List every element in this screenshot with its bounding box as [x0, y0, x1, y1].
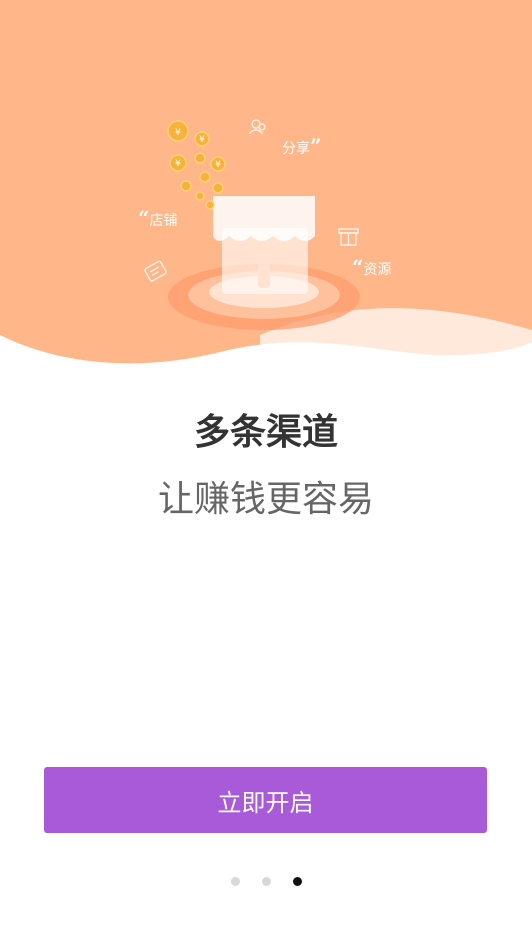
open-quote-icon: “	[352, 255, 364, 279]
svg-text:¥: ¥	[175, 128, 181, 138]
hero-background: ¥ ¥ ¥ ¥	[0, 0, 532, 380]
hero-illustration: ¥ ¥ ¥ ¥ “店铺 分享” “资源	[0, 0, 532, 380]
share-label-text: 分享	[282, 141, 310, 157]
close-quote-icon: ”	[310, 134, 322, 158]
resource-label-text: 资源	[363, 262, 392, 278]
start-now-button[interactable]: 立即开启	[44, 767, 487, 833]
page-dot[interactable]	[261, 877, 271, 886]
store-label-text: 店铺	[149, 213, 178, 229]
svg-text:¥: ¥	[215, 160, 221, 170]
page-dot[interactable]	[292, 877, 302, 886]
page-indicator	[0, 877, 532, 886]
share-label: 分享”	[282, 134, 322, 158]
svg-text:¥: ¥	[199, 135, 205, 145]
page-dot[interactable]	[230, 877, 240, 886]
store-label: “店铺	[138, 206, 178, 230]
svg-text:¥: ¥	[175, 159, 181, 169]
resource-label: “资源	[352, 255, 392, 279]
page-title: 多条渠道	[193, 412, 338, 453]
page-subtitle: 让赚钱更容易	[157, 479, 374, 520]
store-icon	[213, 196, 315, 294]
open-quote-icon: “	[138, 206, 150, 230]
